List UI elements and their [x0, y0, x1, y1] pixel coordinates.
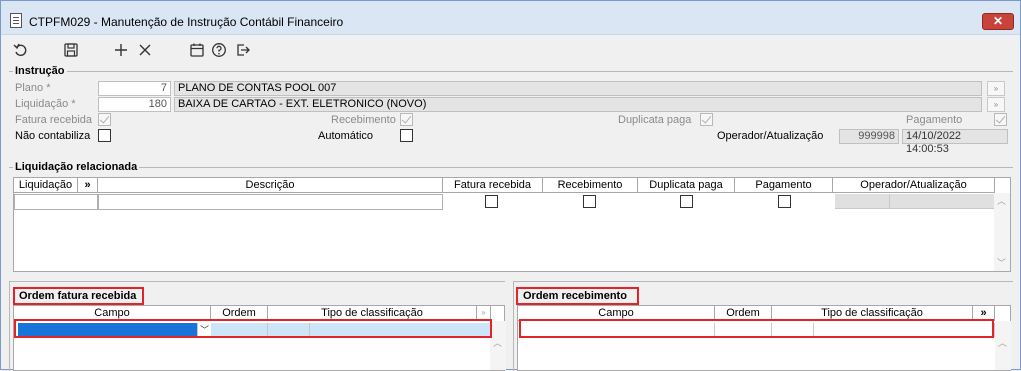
automatico-checkbox[interactable]	[400, 129, 413, 142]
cell-operador	[835, 194, 890, 209]
liquidacao-lookup-button[interactable]: »	[987, 97, 1005, 112]
document-icon	[10, 13, 22, 28]
operador-atualizacao-label: Operador/Atualização	[717, 130, 824, 142]
col-fatura-recebida[interactable]: Fatura recebida	[443, 178, 543, 193]
cell-descricao[interactable]	[98, 194, 443, 210]
cell-atualizacao	[890, 194, 995, 209]
instrucao-title: Instrução	[13, 65, 67, 77]
recebimento-checkbox	[400, 113, 413, 126]
plano-description: PLANO DE CONTAS POOL 007	[174, 81, 982, 96]
col-operador-atualizacao[interactable]: Operador/Atualização	[833, 178, 995, 193]
fatura-recebida-label: Fatura recebida	[15, 114, 93, 126]
duplicata-paga-label: Duplicata paga	[618, 114, 692, 126]
liquidacao-description: BAIXA DE CARTAO - EXT. ELETRONICO (NOVO)	[174, 97, 982, 112]
ordem-recebimento-row-highlight	[519, 319, 994, 338]
fatura-recebida-checkbox	[98, 113, 111, 126]
ordem-fatura-grid: Campo Ordem Tipo de classificação » ﹀ ︿	[13, 305, 506, 371]
row-pagamento-checkbox[interactable]	[778, 195, 791, 208]
close-button[interactable]: ✕	[982, 13, 1014, 30]
liquidacao-relacionada-grid: Liquidação » Descrição Fatura recebida R…	[13, 177, 1011, 272]
col-duplicata-paga[interactable]: Duplicata paga	[638, 178, 735, 193]
pagamento-checkbox	[994, 113, 1007, 126]
delete-icon[interactable]	[135, 41, 155, 59]
scroll-up-icon[interactable]: ︿	[998, 339, 1007, 348]
liquidacao-relacionada-title: Liquidação relacionada	[13, 161, 140, 173]
help-icon[interactable]	[209, 41, 229, 59]
cell-liquidacao[interactable]	[14, 194, 98, 210]
automatico-label: Automático	[318, 130, 374, 142]
liquidacao-relacionada-group: Liquidação relacionada	[9, 161, 1013, 177]
add-icon[interactable]	[111, 41, 131, 59]
pagamento-label: Pagamento	[906, 114, 963, 126]
ordem-recebimento-grid: Campo Ordem Tipo de classificação » ︿	[517, 305, 1011, 371]
exit-icon[interactable]	[233, 41, 253, 59]
col-descricao[interactable]: Descrição	[98, 178, 443, 193]
ordem-fatura-title-highlight	[13, 287, 144, 305]
atualizacao-field: 14/10/2022 14:00:53	[902, 129, 1008, 155]
row-duplicata-paga-checkbox[interactable]	[680, 195, 693, 208]
scroll-down-icon[interactable]: ﹀	[997, 259, 1006, 268]
scroll-up-icon[interactable]: ︿	[493, 339, 502, 348]
recebimento-label: Recebimento	[331, 114, 396, 126]
scroll-up-icon[interactable]: ︿	[997, 197, 1006, 206]
toolbar	[1, 36, 1020, 64]
title-bar: CTPFM029 - Manutenção de Instrução Contá…	[1, 1, 1020, 35]
application-window: CTPFM029 - Manutenção de Instrução Contá…	[0, 0, 1021, 371]
save-icon[interactable]	[61, 41, 81, 59]
plano-label: Plano *	[15, 82, 51, 94]
window-title: CTPFM029 - Manutenção de Instrução Contá…	[29, 15, 344, 29]
col-pagamento[interactable]: Pagamento	[735, 178, 833, 193]
row-fatura-recebida-checkbox[interactable]	[485, 195, 498, 208]
nao-contabiliza-label: Não contabiliza	[15, 130, 91, 142]
undo-icon[interactable]	[11, 41, 31, 59]
ordem-fatura-scrollbar[interactable]: ︿	[490, 321, 506, 370]
row-recebimento-checkbox[interactable]	[583, 195, 596, 208]
ordem-recebimento-scrollbar[interactable]: ︿	[995, 321, 1011, 370]
ordem-fatura-row-highlight	[14, 319, 492, 338]
nao-contabiliza-checkbox[interactable]	[98, 129, 111, 142]
col-expand[interactable]: »	[78, 178, 98, 193]
liquidacao-field[interactable]: 180	[98, 97, 171, 112]
col-liquidacao[interactable]: Liquidação	[14, 178, 78, 193]
plano-lookup-button[interactable]: »	[987, 81, 1005, 96]
liquidacao-label: Liquidação *	[15, 98, 76, 110]
operador-field: 999998	[839, 129, 899, 144]
plano-field[interactable]: 7	[98, 81, 171, 96]
col-recebimento[interactable]: Recebimento	[543, 178, 638, 193]
ordem-recebimento-title-highlight	[516, 287, 639, 305]
duplicata-paga-checkbox	[700, 113, 713, 126]
calendar-icon[interactable]	[187, 41, 207, 59]
vertical-scrollbar[interactable]: ︿ ﹀	[994, 193, 1010, 271]
